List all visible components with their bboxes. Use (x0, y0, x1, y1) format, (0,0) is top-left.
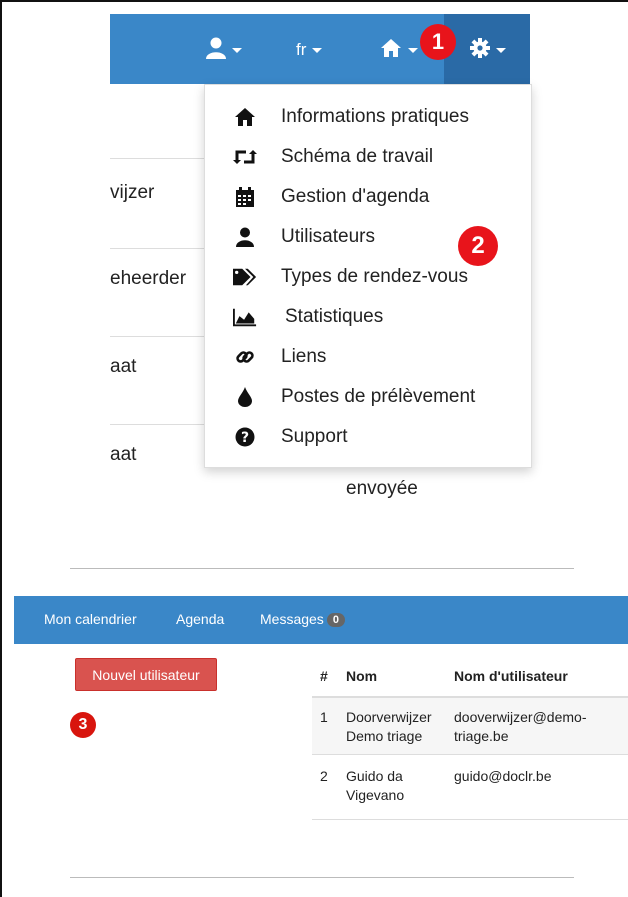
username-line2: triage.be (454, 728, 509, 744)
chevron-down-icon (312, 47, 323, 53)
menu-item-gestion-agenda[interactable]: Gestion d'agenda (205, 177, 531, 217)
username-line1: dooverwijzer@demo- (454, 709, 587, 725)
username-line1: guido@doclr.be (454, 768, 552, 784)
user-name-line2: Vigevano (346, 787, 405, 803)
table-row[interactable]: 1 Doorverwijzer Demo triage dooverwijzer… (312, 698, 628, 754)
chevron-down-icon (232, 47, 242, 53)
home-icon (380, 38, 402, 63)
calendar-icon (233, 185, 257, 209)
status-text: envoyée (346, 478, 418, 499)
chevron-down-icon (408, 47, 418, 53)
background-cell: eheerder (110, 268, 187, 289)
user-name-line1: Guido da (346, 768, 403, 784)
language-label: fr (296, 40, 307, 59)
user-icon (206, 37, 226, 64)
menu-item-support[interactable]: ? Support (205, 417, 531, 457)
menu-item-label: Statistiques (285, 306, 384, 327)
row-number: 2 (320, 768, 328, 784)
frame-border-left (0, 0, 2, 897)
callout-badge-2: 2 (458, 226, 498, 266)
row-divider (110, 158, 206, 159)
user-menu-toggle[interactable] (206, 36, 242, 64)
messages-label: Messages (260, 611, 324, 627)
user-name-line2: Demo triage (346, 728, 423, 744)
nav-link-messages[interactable]: Messages 0 (260, 611, 345, 627)
home-menu-toggle[interactable] (380, 36, 418, 64)
column-header-number: # (320, 668, 328, 684)
frame-border-top (0, 0, 628, 2)
column-header-name: Nom (346, 668, 378, 684)
row-divider (110, 424, 206, 425)
repeat-icon (233, 145, 257, 169)
menu-item-label: Informations pratiques (281, 106, 469, 127)
row-number: 1 (320, 709, 328, 725)
section-divider (70, 877, 574, 878)
table-row[interactable]: 2 Guido da Vigevano guido@doclr.be (312, 755, 628, 819)
menu-item-informations-pratiques[interactable]: Informations pratiques (205, 97, 531, 137)
column-header-username: Nom d'utilisateur (454, 668, 568, 684)
background-cell: aat (110, 356, 137, 377)
settings-dropdown-menu: Informations pratiques Schéma de travail… (204, 84, 532, 468)
menu-item-label: Postes de prélèvement (281, 386, 476, 407)
area-chart-icon (233, 305, 257, 329)
top-navbar: fr (110, 14, 530, 84)
background-cell: aat (110, 444, 137, 465)
home-icon (233, 105, 257, 129)
menu-item-statistiques[interactable]: Statistiques (205, 297, 531, 337)
background-cell: vijzer (110, 182, 155, 203)
menu-item-label: Schéma de travail (281, 146, 434, 167)
callout-badge-1: 1 (420, 24, 456, 60)
link-icon (233, 345, 257, 369)
chevron-down-icon (496, 47, 506, 53)
section-divider (70, 568, 574, 569)
menu-item-schema-de-travail[interactable]: Schéma de travail (205, 137, 531, 177)
row-divider (110, 336, 206, 337)
tint-icon (233, 385, 257, 409)
nav-link-mon-calendrier[interactable]: Mon calendrier (44, 611, 137, 627)
callout-badge-3: 3 (70, 712, 96, 738)
tags-icon (233, 265, 257, 289)
new-user-button[interactable]: Nouvel utilisateur (75, 658, 217, 691)
menu-item-label: Types de rendez-vous (281, 266, 468, 287)
row-divider (312, 819, 628, 820)
question-circle-icon: ? (233, 425, 257, 449)
menu-item-label: Liens (281, 346, 327, 367)
nav-link-agenda[interactable]: Agenda (176, 611, 224, 627)
menu-item-label: Support (281, 426, 348, 447)
menu-item-label: Gestion d'agenda (281, 186, 430, 207)
user-icon (233, 225, 257, 249)
settings-menu-toggle[interactable] (444, 14, 530, 84)
user-name-line1: Doorverwijzer (346, 709, 432, 725)
settings-toggle-content (470, 36, 506, 64)
menu-item-liens[interactable]: Liens (205, 337, 531, 377)
language-menu-toggle[interactable]: fr (296, 36, 323, 64)
app-navbar: Mon calendrier Agenda Messages 0 (14, 596, 628, 644)
menu-item-label: Utilisateurs (281, 226, 375, 247)
gear-icon (470, 37, 490, 63)
menu-item-postes-de-prelevement[interactable]: Postes de prélèvement (205, 377, 531, 417)
svg-text:?: ? (241, 430, 249, 446)
messages-count-badge: 0 (326, 613, 345, 627)
row-divider (110, 248, 206, 249)
